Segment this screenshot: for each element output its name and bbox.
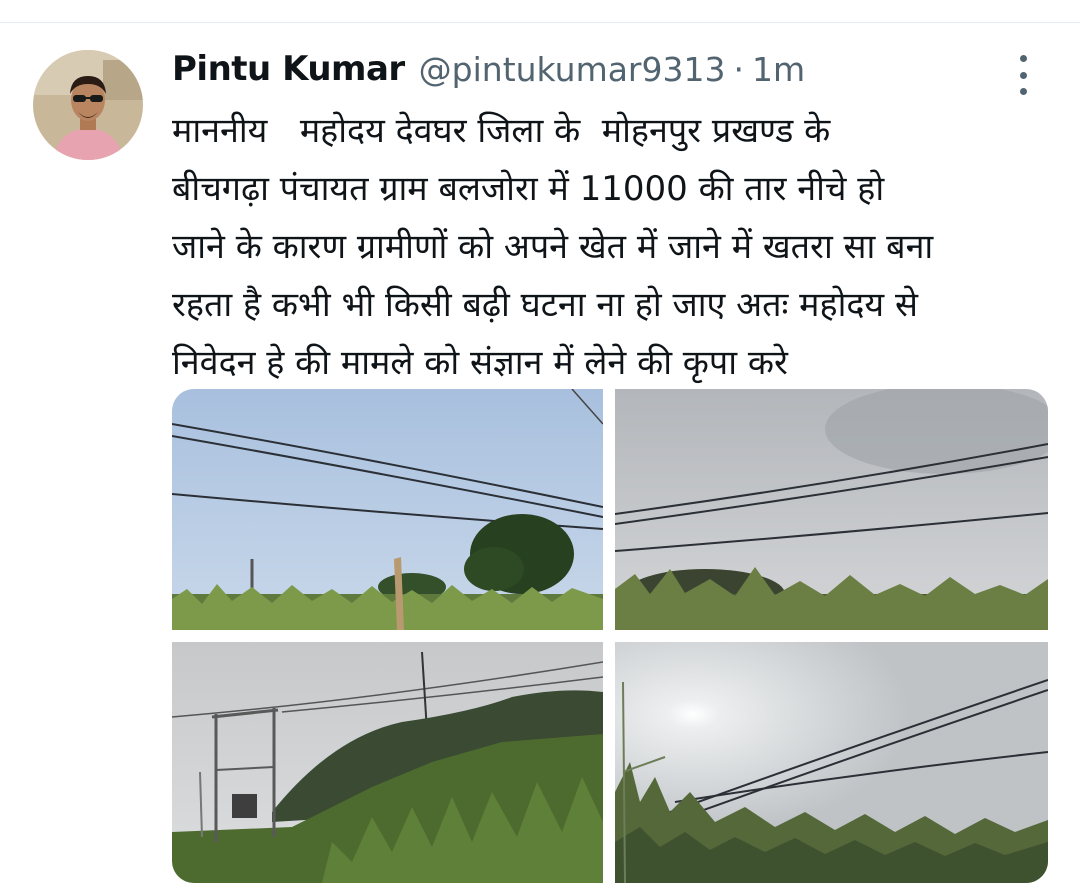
more-vertical-icon[interactable] (1010, 55, 1036, 95)
media-grid (172, 389, 1048, 883)
tweet-header: Pintu Kumar @pintukumar9313 · 1m (172, 44, 805, 94)
media-photo-4[interactable] (615, 642, 1048, 883)
media-photo-1[interactable] (172, 389, 603, 630)
tweet: Pintu Kumar @pintukumar9313 · 1m माननीय … (0, 0, 1080, 896)
profile-photo (33, 50, 143, 160)
display-name[interactable]: Pintu Kumar (172, 49, 405, 89)
timestamp[interactable]: 1m (752, 50, 805, 89)
tweet-text: माननीय महोदय देवघर जिला के मोहनपुर प्रखण… (172, 111, 934, 383)
media-photo-2[interactable] (615, 389, 1048, 630)
user-handle[interactable]: @pintukumar9313 (419, 50, 726, 89)
avatar[interactable] (33, 50, 143, 160)
separator-dot: · (733, 49, 745, 89)
media-photo-3[interactable] (172, 642, 603, 883)
